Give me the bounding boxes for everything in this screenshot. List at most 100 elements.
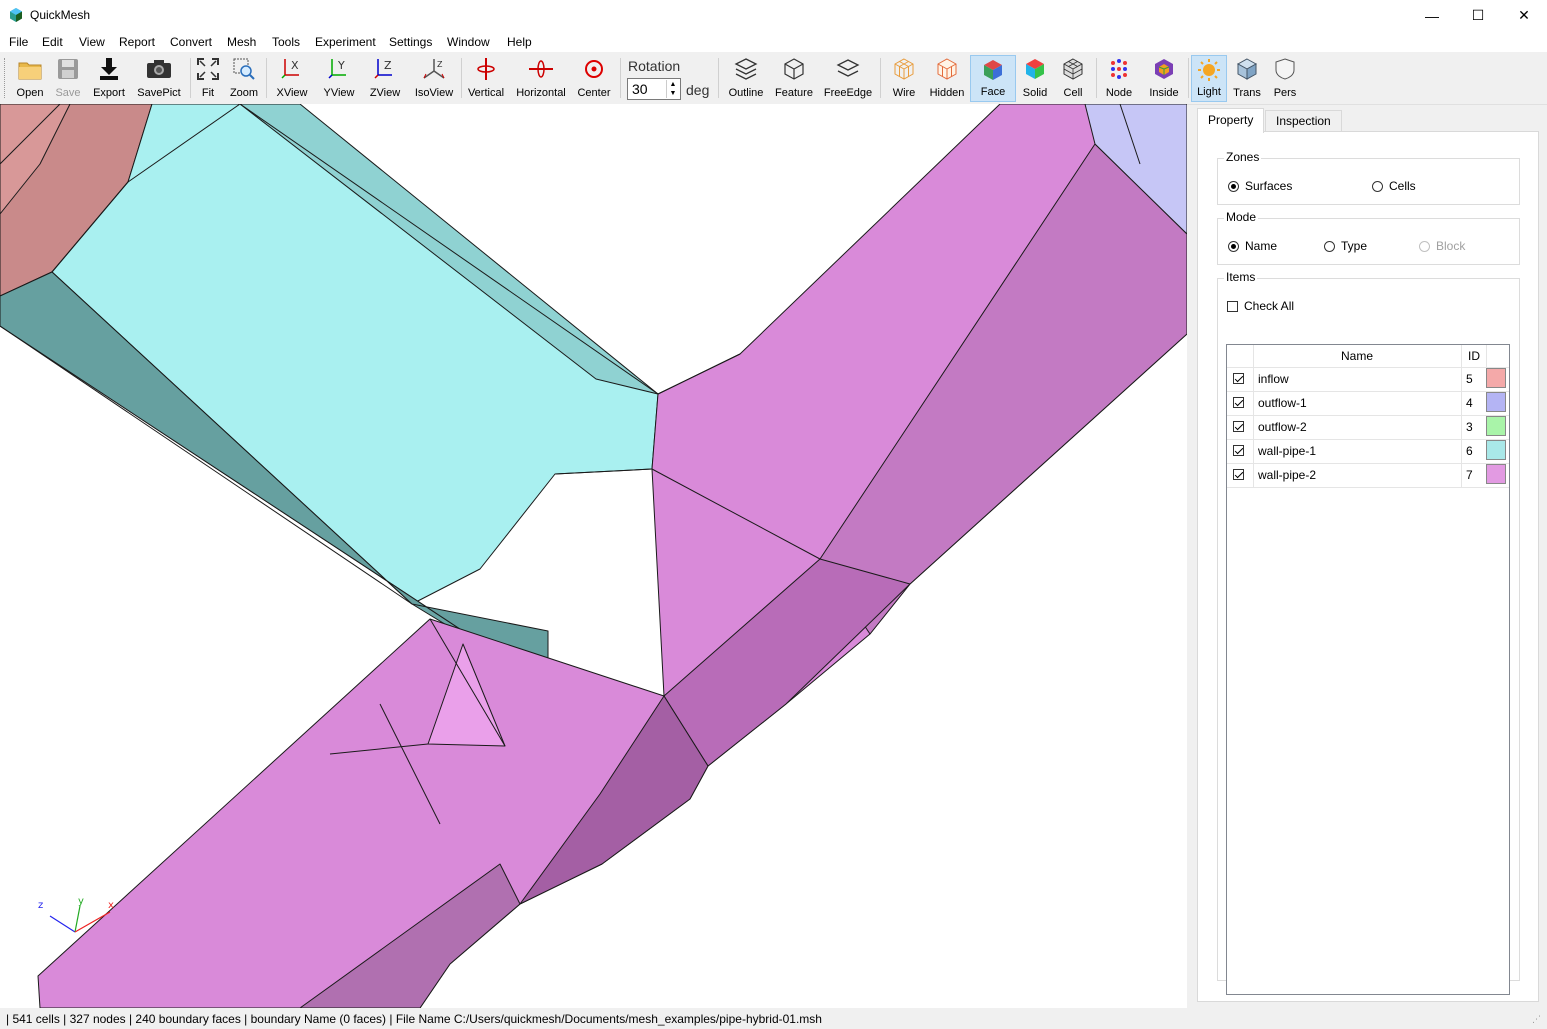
column-id-header[interactable]: ID: [1461, 345, 1487, 367]
mode-group: Mode Name Type Block: [1217, 210, 1520, 265]
table-row[interactable]: wall-pipe-2 7: [1227, 463, 1509, 488]
table-row[interactable]: outflow-1 4: [1227, 391, 1509, 416]
item-name: wall-pipe-2: [1253, 463, 1466, 487]
isoview-button[interactable]: Z IsoView: [410, 55, 458, 102]
menu-mesh[interactable]: Mesh: [227, 35, 256, 49]
mesh-viewport[interactable]: z y x: [0, 104, 1187, 1008]
menu-experiment[interactable]: Experiment: [315, 35, 376, 49]
save-icon: [58, 59, 78, 79]
menu-window[interactable]: Window: [447, 35, 490, 49]
feature-cube-icon: [784, 58, 804, 80]
iso-axis-view-icon: Z: [423, 59, 445, 79]
color-swatch[interactable]: [1486, 392, 1506, 412]
transparent-cube-icon: [1236, 58, 1258, 80]
center-button[interactable]: Center: [574, 55, 614, 102]
cell-button[interactable]: Cell: [1056, 55, 1090, 102]
node-button[interactable]: Node: [1100, 55, 1138, 102]
item-name: wall-pipe-1: [1253, 439, 1466, 463]
checkbox-checked-icon[interactable]: [1233, 445, 1244, 456]
vertical-button[interactable]: Vertical: [464, 55, 508, 102]
zview-button[interactable]: Z ZView: [365, 55, 405, 102]
light-button[interactable]: Light: [1191, 55, 1227, 102]
face-button[interactable]: Face: [970, 55, 1016, 102]
solid-button[interactable]: Solid: [1018, 55, 1052, 102]
wire-cube-icon: [894, 58, 914, 80]
horizontal-button[interactable]: Horizontal: [514, 55, 568, 102]
inside-button[interactable]: Inside: [1144, 55, 1184, 102]
feature-button[interactable]: Feature: [772, 55, 816, 102]
hidden-button[interactable]: Hidden: [926, 55, 968, 102]
savepict-button[interactable]: SavePict: [134, 55, 184, 102]
mode-name-radio[interactable]: Name: [1228, 239, 1277, 253]
color-swatch[interactable]: [1486, 368, 1506, 388]
face-cube-icon: [984, 60, 1002, 80]
mode-type-radio[interactable]: Type: [1324, 239, 1367, 253]
tab-inspection[interactable]: Inspection: [1265, 110, 1342, 133]
menu-file[interactable]: File: [9, 35, 28, 49]
save-button[interactable]: Save: [50, 55, 86, 102]
items-table: Name ID inflow 5 outflow-1 4 outflow-2 3: [1226, 344, 1510, 995]
vertical-rotate-icon: [477, 58, 495, 80]
item-id: 5: [1461, 367, 1485, 391]
menu-edit[interactable]: Edit: [42, 35, 63, 49]
export-button[interactable]: Export: [89, 55, 129, 102]
checkbox-checked-icon[interactable]: [1233, 421, 1244, 432]
perspective-shield-icon: [1275, 58, 1295, 80]
fit-button[interactable]: Fit: [193, 55, 223, 102]
trans-button[interactable]: Trans: [1229, 55, 1265, 102]
column-name-header[interactable]: Name: [1253, 349, 1461, 363]
toolbar-grip[interactable]: [4, 58, 8, 98]
tab-property[interactable]: Property: [1197, 108, 1265, 133]
outline-button[interactable]: Outline: [726, 55, 766, 102]
item-id: 4: [1461, 391, 1485, 415]
rotation-stepper[interactable]: ▲ ▼: [666, 80, 679, 98]
horizontal-rotate-icon: [529, 60, 553, 78]
node-points-icon: [1111, 59, 1127, 79]
pers-button[interactable]: Pers: [1267, 55, 1303, 102]
maximize-button[interactable]: ☐: [1455, 0, 1501, 31]
color-swatch[interactable]: [1486, 416, 1506, 436]
table-row[interactable]: inflow 5: [1227, 367, 1509, 392]
download-icon: [100, 58, 118, 80]
table-row[interactable]: outflow-2 3: [1227, 415, 1509, 440]
menu-report[interactable]: Report: [119, 35, 155, 49]
z-axis-view-icon: Z: [374, 59, 392, 79]
freeedge-button[interactable]: FreeEdge: [822, 55, 874, 102]
close-button[interactable]: ✕: [1501, 0, 1547, 31]
rotation-value: 30: [632, 81, 648, 97]
open-button[interactable]: Open: [12, 55, 48, 102]
table-row[interactable]: wall-pipe-1 6: [1227, 439, 1509, 464]
status-bar: | 541 cells | 327 nodes | 240 boundary f…: [0, 1008, 1547, 1029]
rotation-spinbox[interactable]: 30 ▲ ▼: [627, 78, 681, 100]
axis-y-label: y: [78, 896, 84, 907]
rotation-label: Rotation: [628, 58, 681, 74]
resize-grip-icon[interactable]: ⋰: [1532, 1014, 1541, 1025]
yview-button[interactable]: Y YView: [318, 55, 360, 102]
checkbox-checked-icon[interactable]: [1233, 373, 1244, 384]
spin-down-icon[interactable]: ▼: [667, 89, 679, 98]
maximize-icon: ☐: [1471, 7, 1485, 23]
menu-view[interactable]: View: [79, 35, 105, 49]
checkbox-checked-icon[interactable]: [1233, 397, 1244, 408]
zones-surfaces-radio[interactable]: Surfaces: [1228, 179, 1292, 193]
menu-settings[interactable]: Settings: [389, 35, 432, 49]
checkbox-checked-icon[interactable]: [1233, 469, 1244, 480]
zones-cells-radio[interactable]: Cells: [1372, 179, 1416, 193]
menu-tools[interactable]: Tools: [272, 35, 300, 49]
check-all-checkbox[interactable]: Check All: [1227, 299, 1294, 313]
minimize-button[interactable]: —: [1409, 0, 1455, 31]
color-swatch[interactable]: [1486, 440, 1506, 460]
title-bar: QuickMesh — ☐ ✕: [0, 0, 1547, 31]
spin-up-icon[interactable]: ▲: [667, 80, 679, 89]
svg-text:Z: Z: [437, 60, 443, 69]
camera-icon: [147, 60, 171, 78]
wire-button[interactable]: Wire: [886, 55, 922, 102]
menu-help[interactable]: Help: [507, 35, 532, 49]
xview-button[interactable]: X XView: [272, 55, 312, 102]
mesh-render: [0, 104, 1187, 1008]
rotation-unit: deg: [686, 82, 710, 98]
zoom-button[interactable]: Zoom: [227, 55, 261, 102]
mode-title: Mode: [1224, 210, 1259, 224]
menu-convert[interactable]: Convert: [170, 35, 212, 49]
color-swatch[interactable]: [1486, 464, 1506, 484]
